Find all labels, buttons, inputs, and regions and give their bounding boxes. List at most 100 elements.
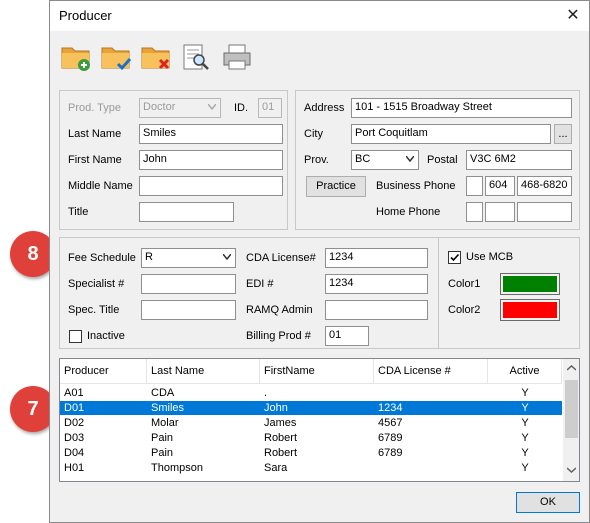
cell-last-name: Thompson — [151, 462, 203, 474]
prov-select[interactable]: BC — [351, 150, 419, 170]
search-document-icon[interactable] — [179, 41, 213, 73]
business-phone-number[interactable]: 468-6820 — [517, 176, 572, 196]
edi-field[interactable]: 1234 — [325, 274, 428, 294]
chevron-down-icon — [208, 104, 216, 110]
practice-button[interactable]: Practice — [306, 176, 366, 197]
cell-active: Y — [521, 402, 529, 414]
ramq-admin-field[interactable] — [325, 300, 428, 320]
cda-license-label: CDA License# — [246, 252, 316, 264]
cell-cda-license: 4567 — [378, 417, 403, 429]
billing-group: Fee Schedule R Specialist # Spec. Title … — [59, 237, 482, 349]
scrollbar-thumb[interactable] — [565, 380, 578, 438]
folder-delete-icon[interactable] — [140, 41, 174, 73]
prov-label: Prov. — [304, 154, 329, 166]
billing-prod-field[interactable]: 01 — [325, 326, 369, 346]
home-phone-country[interactable] — [466, 202, 483, 222]
specialist-field[interactable] — [141, 274, 236, 294]
producer-dialog: Producer ✕ Prod. Type Doctor ID. 01 Last… — [49, 0, 590, 523]
city-label: City — [304, 128, 323, 140]
color2-swatch[interactable] — [500, 299, 560, 321]
address-group: Address 101 - 1515 Broadway Street City … — [295, 90, 580, 230]
address-field[interactable]: 101 - 1515 Broadway Street — [351, 98, 572, 118]
title-bar: Producer ✕ — [50, 1, 589, 31]
cell-active: Y — [521, 387, 529, 399]
cda-license-field[interactable]: 1234 — [325, 248, 428, 268]
specialist-label: Specialist # — [68, 278, 125, 290]
cell-active: Y — [521, 432, 529, 444]
cell-active: Y — [521, 462, 529, 474]
profile-group: Prod. Type Doctor ID. 01 Last Name Smile… — [59, 90, 288, 230]
table-row[interactable]: D02 Molar James 4567 Y — [60, 416, 562, 430]
cell-last-name: Smiles — [151, 402, 185, 414]
cell-active: Y — [521, 447, 529, 459]
last-name-field[interactable]: Smiles — [139, 124, 283, 144]
chevron-down-icon[interactable] — [567, 467, 576, 473]
fee-schedule-select[interactable]: R — [141, 248, 236, 268]
table-row[interactable]: D01 Smiles John 1234 Y — [60, 401, 562, 415]
color1-label: Color1 — [448, 278, 481, 290]
color1-fill — [503, 276, 557, 292]
cell-producer: D03 — [64, 432, 85, 444]
chevron-up-icon[interactable] — [567, 365, 576, 371]
last-name-label: Last Name — [68, 128, 122, 140]
business-phone-label: Business Phone — [376, 180, 456, 192]
inactive-checkbox[interactable] — [69, 330, 82, 343]
cell-producer: D04 — [64, 447, 85, 459]
table-row[interactable]: D04 Pain Robert 6789 Y — [60, 446, 562, 460]
city-lookup-button[interactable]: ... — [554, 124, 572, 144]
business-phone-area[interactable]: 604 — [485, 176, 515, 196]
home-phone-number[interactable] — [517, 202, 572, 222]
producer-grid: Producer Last Name FirstName CDA License # A… — [59, 358, 580, 482]
id-field: 01 — [258, 98, 282, 118]
close-icon[interactable]: ✕ — [561, 4, 585, 28]
city-field[interactable]: Port Coquitlam — [351, 124, 551, 144]
color2-fill — [503, 302, 557, 318]
home-phone-area[interactable] — [485, 202, 515, 222]
vertical-scrollbar[interactable] — [563, 359, 579, 481]
folder-check-icon[interactable] — [100, 41, 134, 73]
cell-first-name: James — [264, 417, 297, 429]
spec-title-field[interactable] — [141, 300, 236, 320]
cell-first-name: . — [264, 387, 268, 399]
title-label: Title — [68, 206, 89, 218]
color1-swatch[interactable] — [500, 273, 560, 295]
column-header-first-name[interactable]: FirstName — [260, 359, 374, 384]
edi-label: EDI # — [246, 278, 274, 290]
first-name-field[interactable]: John — [139, 150, 283, 170]
table-row[interactable]: A01 CDA. Y — [60, 386, 562, 400]
column-header-active[interactable]: Active — [488, 359, 562, 384]
title-field[interactable] — [139, 202, 234, 222]
ok-button[interactable]: OK — [516, 492, 580, 513]
cell-last-name: Molar — [151, 417, 179, 429]
cell-cda-license: 6789 — [378, 432, 403, 444]
business-phone-country[interactable] — [466, 176, 483, 196]
color2-label: Color2 — [448, 304, 481, 316]
middle-name-field[interactable] — [139, 176, 283, 196]
cell-first-name: Robert — [264, 447, 298, 459]
column-header-last-name[interactable]: Last Name — [147, 359, 260, 384]
inactive-label: Inactive — [87, 330, 125, 342]
spec-title-label: Spec. Title — [68, 304, 120, 316]
use-mcb-checkbox[interactable] — [448, 251, 461, 264]
table-row[interactable]: D03 Pain Robert 6789 Y — [60, 431, 562, 445]
cell-cda-license: 1234 — [378, 402, 403, 414]
postal-label: Postal — [427, 154, 458, 166]
cell-last-name: Pain — [151, 447, 174, 459]
postal-field[interactable]: V3C 6M2 — [466, 150, 572, 170]
table-row[interactable]: H01 Thompson Sara Y — [60, 461, 562, 475]
printer-icon[interactable] — [220, 41, 254, 73]
chevron-down-icon — [223, 254, 231, 260]
prov-value: BC — [355, 153, 371, 165]
billing-prod-label: Billing Prod # — [246, 330, 311, 342]
cell-last-name: CDA — [151, 387, 175, 399]
chevron-down-icon — [406, 156, 414, 162]
column-header-producer[interactable]: Producer — [60, 359, 147, 384]
folder-add-icon[interactable] — [60, 41, 94, 73]
column-header-cda-license[interactable]: CDA License # — [374, 359, 488, 384]
window-title: Producer — [59, 8, 112, 23]
cell-producer: H01 — [64, 462, 85, 474]
middle-name-label: Middle Name — [68, 180, 133, 192]
cell-last-name: Pain — [151, 432, 174, 444]
cell-active: Y — [521, 417, 529, 429]
cell-first-name: John — [264, 402, 288, 414]
